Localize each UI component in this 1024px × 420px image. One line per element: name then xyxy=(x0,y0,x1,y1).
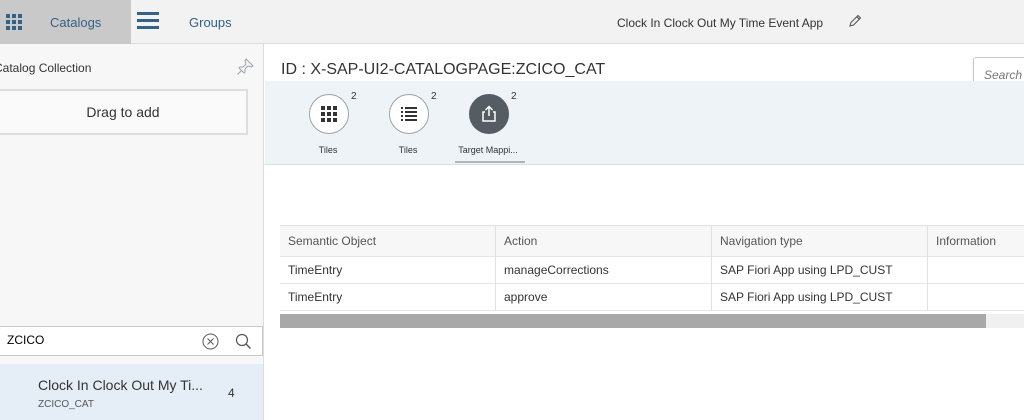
table-cell: manageCorrections xyxy=(496,257,712,283)
launchpad-designer: Catalogs Groups Clock In Clock Out My Ti… xyxy=(0,0,1024,420)
pencil-icon[interactable] xyxy=(848,14,862,28)
drag-to-add-label: Drag to add xyxy=(86,104,160,120)
top-bar: Catalogs Groups Clock In Clock Out My Ti… xyxy=(0,0,1024,44)
catalog-sidebar: Catalog Collection Drag to add Clock In … xyxy=(0,44,264,420)
tab-label: Tiles xyxy=(318,145,338,155)
tab-tiles-grid[interactable]: 2 Tiles xyxy=(295,89,361,167)
drag-to-add-zone[interactable]: Drag to add xyxy=(0,89,248,135)
catalog-list-item[interactable]: Clock In Clock Out My Ti... ZCICO_CAT 4 xyxy=(0,364,263,420)
app-grid-icon xyxy=(6,14,22,30)
target-mapping-share-icon xyxy=(469,94,509,134)
catalog-item-id: ZCICO_CAT xyxy=(38,399,94,410)
icon-tab-bar: 2 Tiles 2 Tiles 2 Target Mappi... xyxy=(265,81,1024,165)
tab-label: Tiles xyxy=(398,145,418,155)
column-header[interactable]: Navigation type xyxy=(712,226,928,256)
catalog-search-box xyxy=(0,326,263,356)
selected-tab-indicator xyxy=(455,161,525,163)
pin-icon[interactable] xyxy=(236,58,254,76)
table-cell: SAP Fiori App using LPD_CUST xyxy=(712,257,928,283)
column-header[interactable]: Semantic Object xyxy=(280,226,496,256)
app-title: Clock In Clock Out My Time Event App xyxy=(617,16,824,30)
horizontal-scrollbar[interactable] xyxy=(280,314,1024,328)
tiles-grid-icon xyxy=(309,94,349,134)
catalog-search-input[interactable] xyxy=(7,333,187,347)
tab-tiles-list[interactable]: 2 Tiles xyxy=(375,89,441,167)
table-row[interactable]: TimeEntry manageCorrections SAP Fiori Ap… xyxy=(280,257,1024,284)
tab-label: Target Mappi... xyxy=(458,145,518,155)
table-cell: TimeEntry xyxy=(280,284,496,310)
table-cell: TimeEntry xyxy=(280,257,496,283)
column-header[interactable]: Information xyxy=(928,226,1024,256)
table-cell xyxy=(928,257,1024,283)
tab-count: 2 xyxy=(351,91,357,102)
main-search-input[interactable] xyxy=(984,68,1024,82)
tab-count: 2 xyxy=(511,91,517,102)
catalog-page-id: ID : X-SAP-UI2-CATALOGPAGE:ZCICO_CAT xyxy=(281,61,606,78)
catalog-collection-title: Catalog Collection xyxy=(0,61,92,75)
tab-catalogs-label: Catalogs xyxy=(50,15,102,30)
table-cell: SAP Fiori App using LPD_CUST xyxy=(712,284,928,310)
search-icon[interactable] xyxy=(235,333,252,350)
column-header[interactable]: Action xyxy=(496,226,712,256)
table-row[interactable]: TimeEntry approve SAP Fiori App using LP… xyxy=(280,284,1024,311)
catalog-item-count: 4 xyxy=(228,386,235,400)
tiles-list-icon xyxy=(389,94,429,134)
tab-count: 2 xyxy=(431,91,437,102)
table-cell xyxy=(928,284,1024,310)
table-header-row: Semantic Object Action Navigation type I… xyxy=(280,225,1024,257)
tab-catalogs[interactable]: Catalogs xyxy=(0,0,131,44)
clear-icon[interactable] xyxy=(202,333,219,350)
table-cell: approve xyxy=(496,284,712,310)
tab-groups[interactable]: Groups xyxy=(189,15,232,30)
tab-target-mapping[interactable]: 2 Target Mappi... xyxy=(455,89,525,167)
catalog-item-title: Clock In Clock Out My Ti... xyxy=(38,377,203,393)
scrollbar-thumb[interactable] xyxy=(280,314,986,328)
hamburger-menu-icon[interactable] xyxy=(137,12,159,30)
